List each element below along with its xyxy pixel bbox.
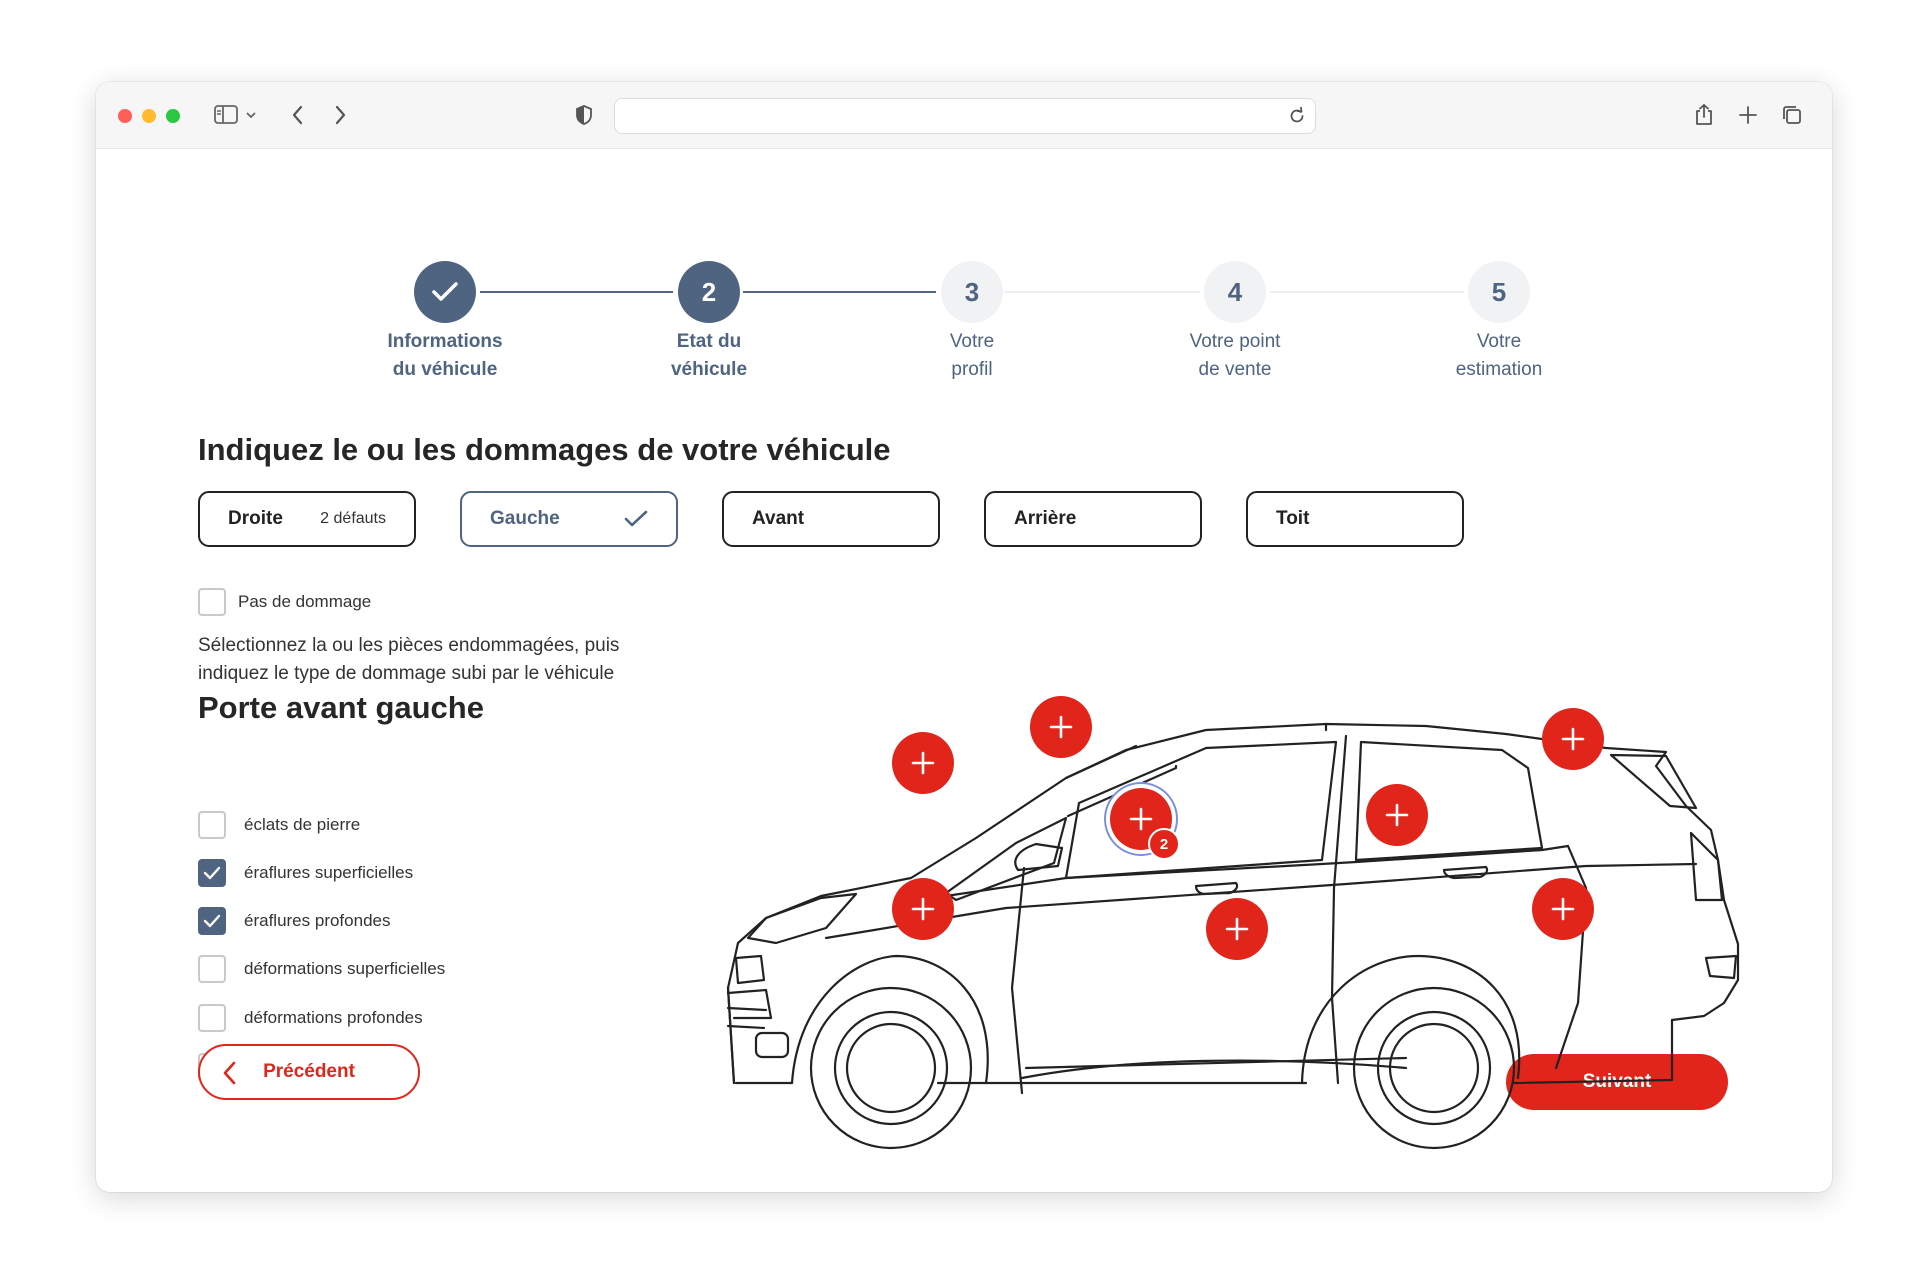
step-4-number: 4 bbox=[1227, 276, 1243, 307]
damage-type-row[interactable]: éclats de pierre bbox=[198, 811, 360, 839]
chevron-left-icon bbox=[292, 105, 303, 125]
checkmark-icon bbox=[624, 510, 648, 527]
step-2-circle[interactable]: 2 bbox=[678, 261, 740, 323]
previous-button-label: Précédent bbox=[263, 1061, 355, 1082]
chevron-left-icon bbox=[223, 1061, 236, 1085]
page-title: Indiquez le ou les dommages de votre véh… bbox=[198, 432, 891, 467]
page-content: Informations du véhicule 2 Etat du véhicul… bbox=[96, 148, 1832, 1192]
plus-icon bbox=[911, 897, 935, 921]
step-connector bbox=[480, 291, 673, 293]
damage-type-label: déformations superficielles bbox=[244, 959, 446, 978]
address-bar[interactable] bbox=[614, 98, 1316, 134]
share-button[interactable] bbox=[1692, 100, 1716, 130]
plus-icon bbox=[1561, 727, 1585, 751]
browser-window: Informations du véhicule 2 Etat du véhicul… bbox=[96, 82, 1832, 1192]
damage-type-checkbox[interactable] bbox=[198, 859, 226, 887]
privacy-shield-button[interactable] bbox=[572, 100, 596, 130]
checkmark-icon bbox=[203, 914, 221, 928]
step-5-circle: 5 bbox=[1468, 261, 1530, 323]
damage-type-row[interactable]: déformations profondes bbox=[198, 1004, 423, 1032]
hotspot-sill[interactable] bbox=[1206, 898, 1268, 960]
damage-type-row[interactable]: éraflures profondes bbox=[198, 907, 390, 935]
step-5-label: Votre estimation bbox=[1455, 331, 1543, 380]
no-damage-checkbox-row[interactable]: Pas de dommage bbox=[198, 588, 371, 616]
no-damage-checkbox[interactable] bbox=[198, 588, 226, 616]
close-window-button[interactable] bbox=[118, 109, 132, 123]
side-button-avant[interactable]: Avant bbox=[722, 491, 940, 547]
hotspot-front-door[interactable]: 2 bbox=[1110, 788, 1180, 860]
step-2-number: 2 bbox=[701, 276, 717, 307]
part-title: Porte avant gauche bbox=[198, 690, 484, 725]
damage-type-label: éraflures profondes bbox=[244, 911, 391, 930]
side-button-toit[interactable]: Toit bbox=[1246, 491, 1464, 547]
side-button-label: Avant bbox=[752, 508, 805, 529]
step-4-circle: 4 bbox=[1204, 261, 1266, 323]
previous-button[interactable]: Précédent bbox=[198, 1044, 420, 1100]
step-4-label: Votre point de vente bbox=[1189, 331, 1281, 380]
step-5-number: 5 bbox=[1491, 276, 1507, 307]
hotspot-mirror[interactable] bbox=[1030, 696, 1092, 758]
step-connector bbox=[1270, 291, 1464, 293]
chevron-right-icon bbox=[335, 105, 346, 125]
tabs-icon bbox=[1783, 106, 1801, 124]
instruction-text: Sélectionnez la ou les pièces endommagée… bbox=[198, 635, 620, 684]
sidebar-icon bbox=[214, 105, 256, 124]
tab-overview-button[interactable] bbox=[1780, 100, 1804, 130]
sidebar-toggle-button[interactable] bbox=[212, 100, 262, 130]
side-button-arriere[interactable]: Arrière bbox=[984, 491, 1202, 547]
damage-type-label: éclats de pierre bbox=[244, 815, 361, 834]
forward-button[interactable] bbox=[328, 100, 352, 130]
hotspot-rear-door[interactable] bbox=[1366, 784, 1428, 846]
defect-count: 2 défauts bbox=[320, 510, 386, 527]
minimize-window-button[interactable] bbox=[142, 109, 156, 123]
step-connector bbox=[1004, 291, 1200, 293]
damage-type-checkbox[interactable] bbox=[198, 955, 226, 983]
damage-type-row[interactable]: déformations superficielles bbox=[198, 955, 445, 983]
back-button[interactable] bbox=[286, 100, 310, 130]
checkmark-icon bbox=[203, 866, 221, 880]
step-2-label: Etat du véhicule bbox=[670, 331, 748, 380]
step-3-label: Votre profil bbox=[949, 331, 995, 380]
side-button-gauche[interactable]: Gauche bbox=[460, 491, 678, 547]
damage-type-row[interactable]: éraflures superficielles bbox=[198, 859, 413, 887]
plus-icon bbox=[911, 751, 935, 775]
hotspot-rear-quarter[interactable] bbox=[1542, 708, 1604, 770]
damage-count-badge: 2 bbox=[1148, 828, 1180, 860]
step-1-label: Informations du véhicule bbox=[387, 331, 503, 380]
checkmark-icon bbox=[432, 282, 458, 301]
plus-icon bbox=[1129, 807, 1153, 831]
reload-icon[interactable] bbox=[1287, 106, 1307, 126]
damage-type-label: éraflures superficielles bbox=[244, 863, 414, 882]
side-button-label: Toit bbox=[1276, 508, 1310, 529]
new-tab-button[interactable] bbox=[1736, 100, 1760, 130]
plus-icon bbox=[1049, 715, 1073, 739]
damage-type-label: déformations profondes bbox=[244, 1008, 423, 1027]
step-3-circle: 3 bbox=[941, 261, 1003, 323]
hotspot-front-wheel[interactable] bbox=[892, 878, 954, 940]
damage-type-checkbox[interactable] bbox=[198, 1004, 226, 1032]
plus-icon bbox=[1739, 106, 1757, 124]
plus-icon bbox=[1385, 803, 1409, 827]
zoom-window-button[interactable] bbox=[166, 109, 180, 123]
plus-icon bbox=[1551, 897, 1575, 921]
side-button-label: Droite bbox=[228, 508, 283, 529]
damage-type-checkbox[interactable] bbox=[198, 907, 226, 935]
shield-icon bbox=[576, 105, 592, 125]
step-3-number: 3 bbox=[964, 276, 980, 307]
no-damage-label: Pas de dommage bbox=[238, 592, 372, 611]
share-icon bbox=[1696, 104, 1712, 125]
step-1-circle[interactable] bbox=[414, 261, 476, 323]
hotspot-front-fender[interactable] bbox=[892, 732, 954, 794]
step-connector bbox=[743, 291, 936, 293]
side-button-droite[interactable]: Droite 2 défauts bbox=[198, 491, 416, 547]
plus-icon bbox=[1225, 917, 1249, 941]
side-button-label: Gauche bbox=[490, 508, 560, 529]
browser-toolbar bbox=[96, 82, 1832, 149]
damage-type-checkbox[interactable] bbox=[198, 811, 226, 839]
side-button-label: Arrière bbox=[1014, 508, 1077, 529]
hotspot-rear-wheel[interactable] bbox=[1532, 878, 1594, 940]
